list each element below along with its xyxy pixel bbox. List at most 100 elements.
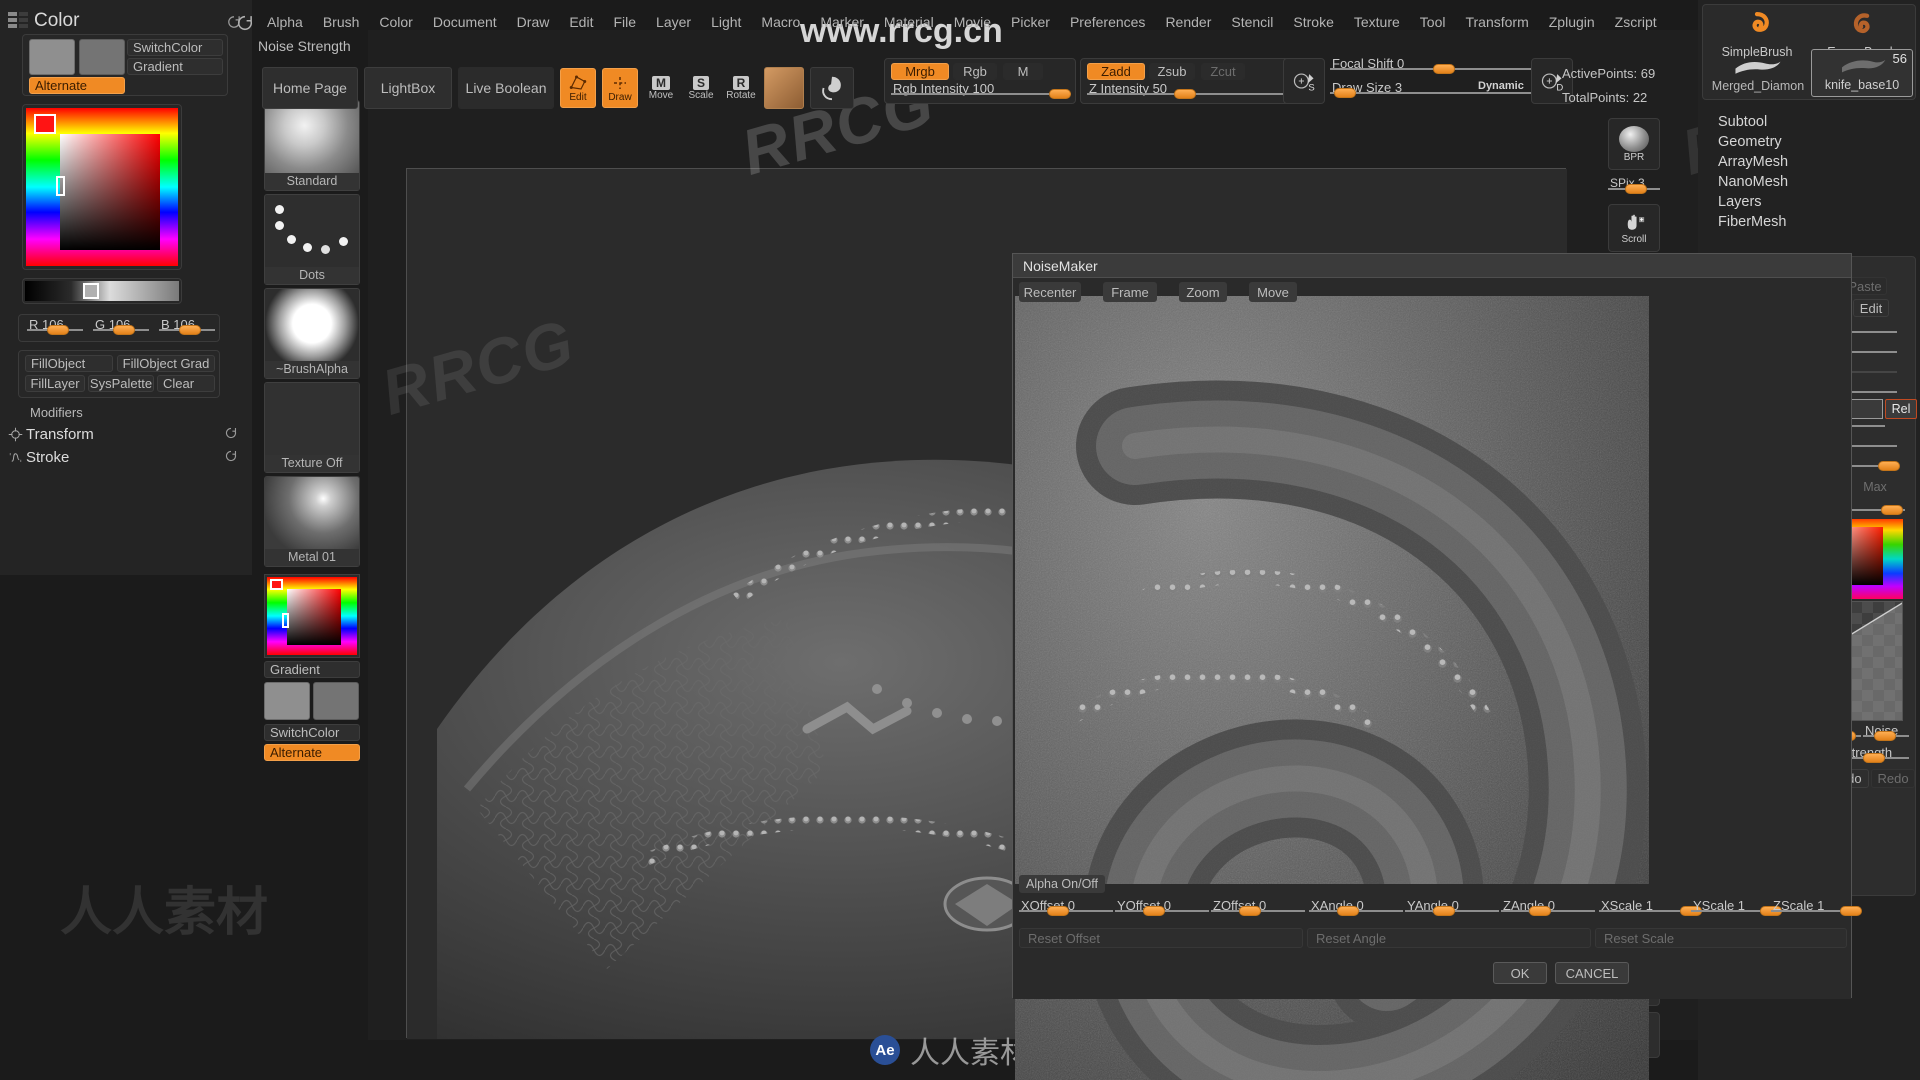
clear-button[interactable]: Clear [157,375,215,392]
curve-noise-slider[interactable]: Noise [1863,723,1909,741]
rgb-button[interactable]: Rgb [953,63,997,80]
cancel-button[interactable]: CANCEL [1555,962,1629,984]
frame-button[interactable]: Frame [1103,282,1157,302]
tool-thumb-metal01[interactable]: Metal 01 [264,476,360,567]
menu-item-stencil[interactable]: Stencil [1222,12,1282,34]
move-view-button[interactable]: Move [1249,282,1297,302]
menu-item-edit[interactable]: Edit [560,12,602,34]
zangle-slider[interactable]: ZAngle 0 [1501,898,1595,916]
section-layers[interactable]: Layers [1712,192,1912,212]
menu-item-alpha[interactable]: Alpha [258,12,312,34]
menu-item-macro[interactable]: Macro [752,12,809,34]
slider-green[interactable]: G 106 [93,317,149,335]
strip-gradient-button[interactable]: Gradient [264,661,360,678]
alpha-on-off-button[interactable]: Alpha On/Off [1019,875,1105,893]
menu-item-movie[interactable]: Movie [945,12,1000,34]
m-button[interactable]: M [1003,63,1043,80]
color-picker-square[interactable] [60,134,160,250]
rel-button[interactable]: Rel [1885,399,1917,419]
menu-refresh-icon[interactable] [236,14,254,32]
zoom-view-button[interactable]: Zoom [1179,282,1227,302]
color-picker-wheel[interactable] [26,108,178,266]
ok-button[interactable]: OK [1493,962,1547,984]
primary-color-swatch[interactable] [29,39,75,75]
menu-item-light[interactable]: Light [702,12,750,34]
rotate-mode-button[interactable]: R Rotate [724,68,758,108]
menu-item-file[interactable]: File [604,12,645,34]
reset-scale-button[interactable]: Reset Scale [1595,928,1847,948]
mrgb-button[interactable]: Mrgb [891,63,949,80]
menu-item-document[interactable]: Document [424,12,506,34]
xscale-slider[interactable]: XScale 1 [1599,898,1702,916]
alternate-button[interactable]: Alternate [29,77,125,94]
main-menu-bar[interactable]: Alpha Brush Color Document Draw Edit File Layer… [258,12,1666,34]
yoffset-slider[interactable]: YOffset 0 [1115,898,1209,916]
xangle-slider[interactable]: XAngle 0 [1309,898,1403,916]
edit-mode-button[interactable]: Edit [560,68,596,108]
lightbox-button[interactable]: LightBox [364,67,452,109]
menu-item-tool[interactable]: Tool [1411,12,1455,34]
secondary-color-swatch[interactable] [79,39,125,75]
menu-item-brush[interactable]: Brush [314,12,369,34]
current-alpha-thumb[interactable] [810,67,854,109]
tool-thumb-dots[interactable]: Dots [264,194,360,285]
zcut-button[interactable]: Zcut [1201,63,1245,80]
fill-object-grad-button[interactable]: FillObject Grad [117,355,215,372]
menu-item-picker[interactable]: Picker [1002,12,1059,34]
dynamic-label[interactable]: Dynamic [1478,80,1524,92]
sys-palette-button[interactable]: SysPalette [88,375,154,392]
draw-size-icon-button[interactable]: S [1283,58,1325,104]
yscale-slider[interactable]: YScale 1 [1691,898,1782,916]
section-geometry[interactable]: Geometry [1712,132,1912,152]
zscale-slider[interactable]: ZScale 1 [1771,898,1862,916]
stroke-popup-icon[interactable] [224,449,238,466]
current-material-thumb[interactable] [764,67,804,109]
recenter-button[interactable]: Recenter [1019,282,1081,302]
strip-alternate-button[interactable]: Alternate [264,744,360,761]
menu-item-texture[interactable]: Texture [1345,12,1409,34]
rgb-intensity-slider[interactable]: Rgb Intensity 100 [891,81,1072,99]
menu-item-stroke[interactable]: Stroke [1284,12,1342,34]
tool-thumb-brushalpha[interactable]: ~BrushAlpha [264,288,360,379]
grayscale-ramp[interactable] [25,281,179,301]
section-arraymesh[interactable]: ArrayMesh [1712,152,1912,172]
tool-thumb-texture-off[interactable]: Texture Off [264,382,360,473]
merged-diamond-item[interactable]: Merged_Diamon [1705,53,1811,93]
slider-blue[interactable]: B 106 [159,317,215,335]
menu-item-layer[interactable]: Layer [647,12,700,34]
menu-item-zplugin[interactable]: Zplugin [1540,12,1604,34]
slider-red[interactable]: R 106 [27,317,83,335]
home-page-button[interactable]: Home Page [262,67,358,109]
xoffset-slider[interactable]: XOffset 0 [1019,898,1113,916]
scroll-button[interactable]: Scroll [1608,204,1660,252]
spix-slider[interactable]: SPix 3 [1608,176,1660,194]
menu-item-zscript[interactable]: Zscript [1606,12,1666,34]
simple-brush-item[interactable]: SimpleBrush [1707,7,1807,59]
section-nanomesh[interactable]: NanoMesh [1712,172,1912,192]
move-mode-button[interactable]: M Move [644,68,678,108]
reset-angle-button[interactable]: Reset Angle [1307,928,1591,948]
noise-maker-titlebar[interactable]: NoiseMaker [1013,254,1851,278]
z-intensity-slider[interactable]: Z Intensity 50 [1087,81,1285,99]
section-fibermesh[interactable]: FiberMesh [1712,212,1912,232]
section-subtool[interactable]: Subtool [1712,112,1912,132]
live-boolean-button[interactable]: Live Boolean [458,67,554,109]
bpr-button[interactable]: BPR [1608,118,1660,170]
strip-color-picker[interactable] [264,574,360,658]
modifier-transform-row[interactable]: Transform [4,423,248,445]
fill-object-button[interactable]: FillObject [25,355,113,372]
blend-max-button[interactable]: Max [1855,477,1895,497]
fill-layer-button[interactable]: FillLayer [25,375,85,392]
reset-offset-button[interactable]: Reset Offset [1019,928,1303,948]
curve-redo-button[interactable]: Redo [1871,769,1915,788]
menu-item-marker[interactable]: Marker [811,12,873,34]
modifier-stroke-row[interactable]: Stroke [4,446,248,468]
surface-edit-button[interactable]: Edit [1853,299,1889,317]
menu-item-color[interactable]: Color [370,12,421,34]
strip-switch-color-button[interactable]: SwitchColor [264,724,360,741]
gradient-button[interactable]: Gradient [127,58,223,75]
menu-item-transform[interactable]: Transform [1456,12,1537,34]
draw-mode-button[interactable]: Draw [602,68,638,108]
menu-item-draw[interactable]: Draw [508,12,559,34]
strip-secondary-swatch[interactable] [313,682,359,720]
